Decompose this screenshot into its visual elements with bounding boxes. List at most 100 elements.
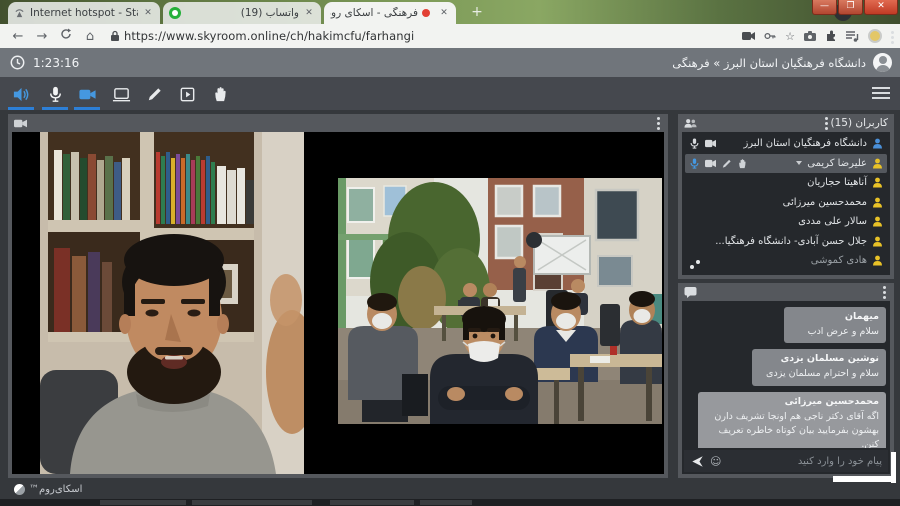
meeting-header: 1:23:16 دانشگاه فرهنگیان استان البرز » ف… [0,48,900,77]
back-icon[interactable]: ← [6,29,30,44]
user-name: آناهیتا حجاریان [807,177,867,188]
tab-skyroom[interactable]: فرهنگی - اسکای روم ✕ [324,2,456,24]
watermark-text: اسکای‌روم™ [29,484,82,495]
profile-avatar[interactable] [868,29,882,43]
clock-icon [10,55,25,70]
whiteboard-pen-button[interactable] [141,82,167,107]
browser-url-bar: ← → ⌂ https://www.skyroom.online/ch/haki… [0,24,900,48]
users-resize-grip-icon[interactable] [690,265,694,269]
tab-internet-hotspot[interactable]: Internet hotspot - Status ✕ [8,2,160,24]
user-row[interactable]: جلال حسن آبادی- دانشگاه فرهنگیا... [685,232,887,252]
chat-panel-menu-icon[interactable] [883,286,886,289]
browser-menu-icon[interactable] [891,30,894,43]
video-tile-classroom[interactable] [338,178,662,424]
tab-whatsapp[interactable]: واتساب (19) ✕ [163,2,321,24]
camera-active-underline [74,107,100,110]
user-row[interactable]: آناهیتا حجاریان [685,173,887,193]
user-name: هادی کموشی [811,255,867,266]
chat-message: محمدحسین میرزائی اگه آقای دکتر ناجی هم ا… [698,392,886,449]
users-panel-menu-icon[interactable] [825,117,828,120]
user-name: محمدحسین میرزائی [783,197,867,208]
camera-icon [14,117,27,130]
microphone-button[interactable] [42,82,68,107]
taskbar-edge [0,499,900,506]
raise-hand-icon [737,158,748,169]
camera-button[interactable] [74,82,100,107]
tab-close-icon[interactable]: ✕ [303,7,315,19]
user-row[interactable]: سالار علی مددی [685,212,887,232]
tab-close-icon[interactable]: ✕ [142,7,154,19]
url-text[interactable]: https://www.skyroom.online/ch/hakimcfu/f… [124,29,414,43]
person-icon [872,177,883,188]
window-resize-handle[interactable] [833,476,896,482]
key-icon[interactable] [764,30,776,42]
chat-sender: محمدحسین میرزائی [705,396,879,407]
chat-panel: میهمان سلام و عرض ادب نوشین مسلمان یزدی … [678,283,894,478]
user-row[interactable]: هادی کموشی [685,251,887,271]
reload-icon[interactable] [54,28,78,44]
url-bar-actions: ☆ [742,24,894,48]
speaker-button[interactable] [8,82,34,107]
user-name: سالار علی مددی [798,216,867,227]
room-title: دانشگاه فرهنگیان استان البرز » فرهنگی [672,56,866,70]
chat-sender: نوشین مسلمان یزدی [759,353,879,364]
person-icon [872,197,883,208]
chat-messages: میهمان سلام و عرض ادب نوشین مسلمان یزدی … [682,301,890,448]
camera-icon [705,158,716,169]
skyroom-watermark: اسکای‌روم™ [14,484,82,495]
minimize-button[interactable]: — [812,0,837,15]
tab-title: واتساب (19) [186,7,299,19]
new-tab-button[interactable]: + [468,4,486,22]
speaker-active-underline [8,107,34,110]
home-icon[interactable]: ⌂ [78,29,102,44]
tab-close-icon[interactable]: ✕ [438,7,450,19]
skyroom-app-window: Internet hotspot - Status ✕ واتساب (19) … [0,0,900,506]
send-icon[interactable] [691,455,704,468]
forward-icon[interactable]: → [30,29,54,44]
users-panel-body: دانشگاه فرهنگیان استان البرز علیرضا کریم… [682,132,890,275]
person-icon [872,236,883,247]
close-button[interactable]: ✕ [864,0,898,15]
video-player-button[interactable] [174,82,200,107]
users-panel: کاربران (15) دانشگاه فرهنگیان استان البر… [678,114,894,279]
lock-icon [110,30,120,42]
dropdown-caret-icon [796,161,802,165]
room-title-chip: دانشگاه فرهنگیان استان البرز » فرهنگی [672,48,892,77]
window-controls: — ❐ ✕ [811,0,898,15]
emoji-icon[interactable]: ☺ [710,455,721,468]
chat-text: اگه آقای دکتر ناجی هم اونجا تشریف دارن ب… [705,410,879,449]
pen-icon [721,158,732,169]
chat-input[interactable] [728,452,882,470]
person-icon [872,158,883,169]
video-panel-menu-icon[interactable] [657,117,660,120]
microphone-active-underline [42,107,68,110]
bookmark-star-icon[interactable]: ☆ [785,30,795,43]
playlist-icon[interactable] [846,31,859,42]
right-video-scene [338,178,662,424]
video-canvas [12,132,664,474]
toolbar-menu-icon[interactable] [872,87,890,102]
restore-button[interactable]: ❐ [838,0,863,15]
user-row[interactable]: دانشگاه فرهنگیان استان البرز [685,134,887,154]
raise-hand-button[interactable] [207,82,233,107]
recording-dot-icon [422,9,430,17]
video-tile-speaker[interactable] [40,132,304,474]
camera-icon [705,138,716,149]
chat-message: نوشین مسلمان یزدی سلام و احترام مسلمان ی… [752,349,886,385]
user-row[interactable]: محمدحسین میرزائی [685,193,887,213]
media-camera-icon[interactable] [742,31,755,41]
user-row-selected[interactable]: علیرضا کریمی [685,154,887,174]
user-name: دانشگاه فرهنگیان استان البرز [743,138,867,149]
screenshot-camera-icon[interactable] [804,31,816,41]
extension-puzzle-icon[interactable] [825,30,837,42]
users-icon [684,117,697,130]
meeting-toolbar [0,77,900,110]
users-panel-title: کاربران (15) [830,117,888,129]
hotspot-icon [14,8,25,19]
screen-share-button[interactable] [108,82,134,107]
chat-sender: میهمان [791,311,879,322]
whatsapp-icon [169,7,181,19]
microphone-active-icon [689,158,700,169]
tab-title: فرهنگی - اسکای روم [330,7,418,19]
chat-text: سلام و عرض ادب [791,325,879,339]
